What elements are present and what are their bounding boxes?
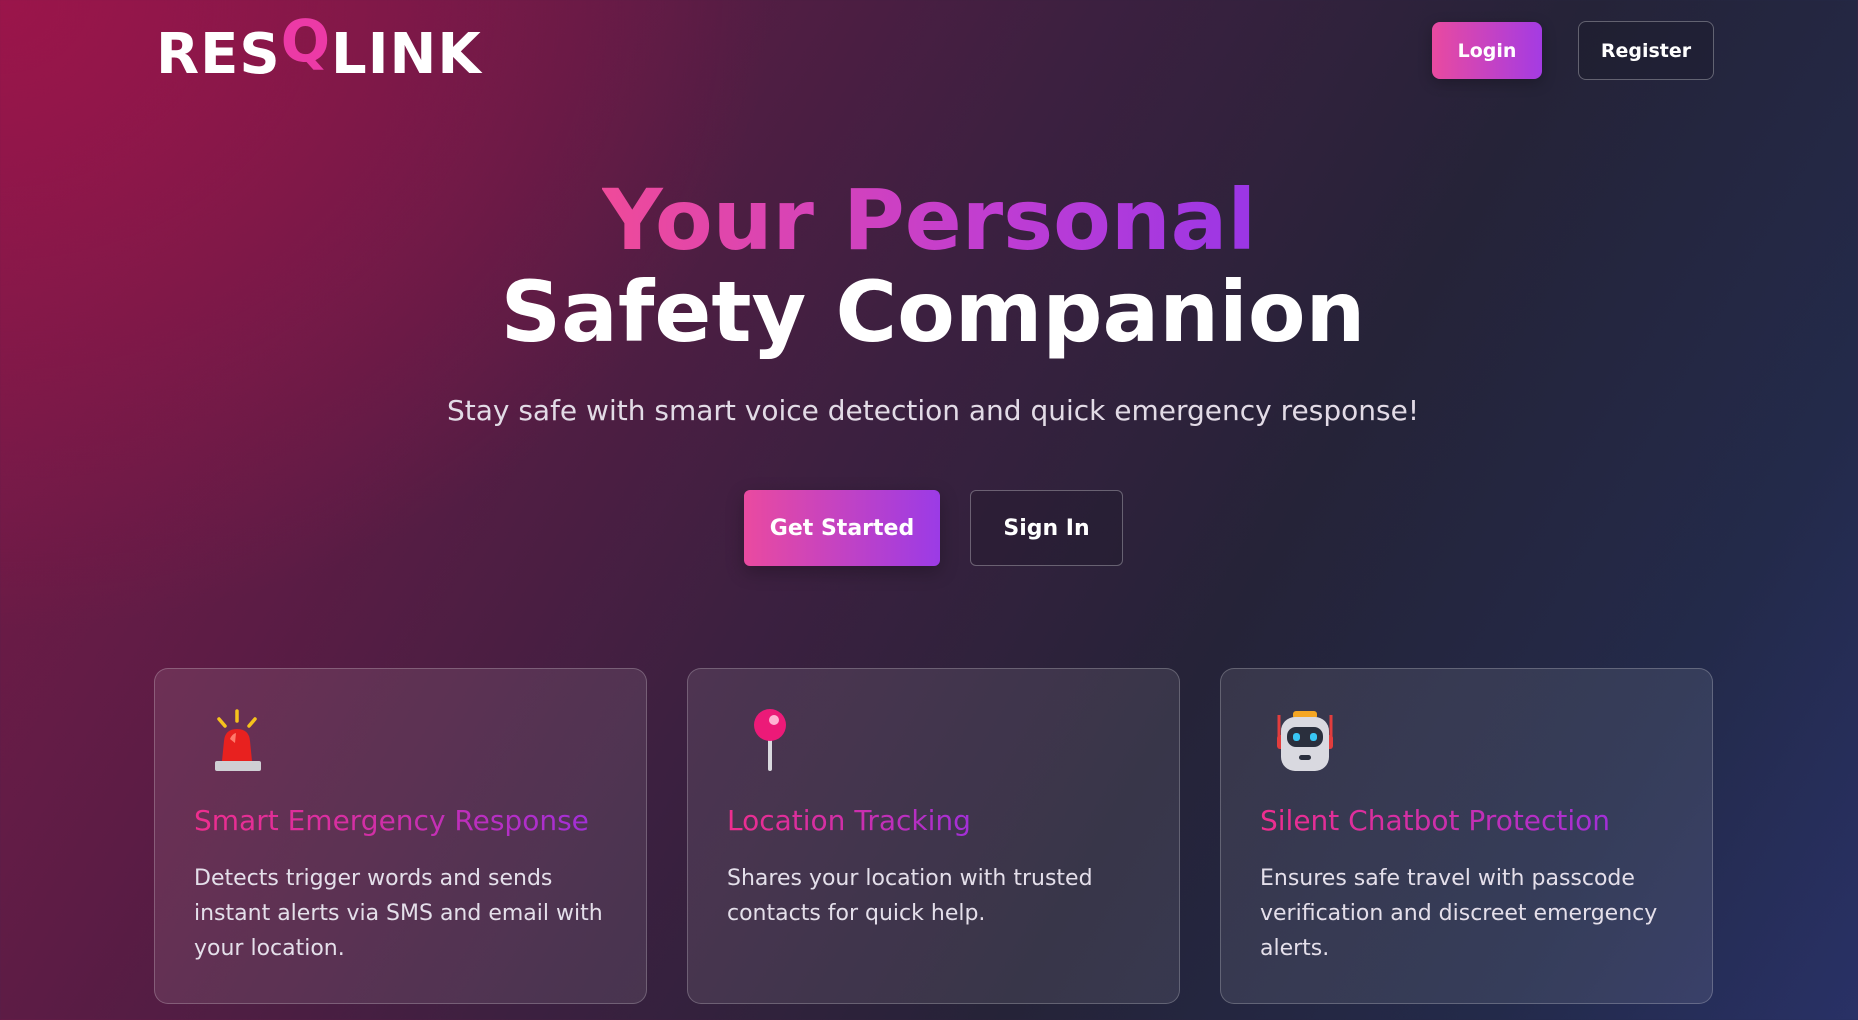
feature-card-location-tracking: Location Tracking Shares your location w… — [687, 668, 1180, 1004]
hero-subtitle: Stay safe with smart voice detection and… — [446, 394, 1420, 427]
top-nav: RESQLINK Login Register — [0, 0, 1858, 104]
resqlink-logo[interactable]: RESQLINK — [156, 7, 482, 90]
feature-description: Shares your location with trusted contac… — [727, 866, 1093, 926]
hero-title-line2: Safety Companion — [500, 263, 1366, 361]
feature-title: Smart Emergency Response — [194, 801, 589, 841]
sign-in-button[interactable]: Sign In — [970, 490, 1123, 566]
feature-description: Ensures safe travel with passcode verifi… — [1260, 866, 1658, 961]
siren-icon — [209, 709, 269, 773]
get-started-button[interactable]: Get Started — [744, 490, 940, 566]
login-button[interactable]: Login — [1432, 22, 1542, 79]
hero-title-gradient-text: Your Personal — [601, 171, 1257, 269]
hero-title-line1: Your Personal — [0, 170, 1858, 270]
logo-text-q: Q — [280, 7, 332, 75]
feature-title: Location Tracking — [727, 801, 971, 841]
feature-card-emergency-response: Smart Emergency Response Detects trigger… — [154, 668, 647, 1004]
robot-icon — [1275, 709, 1335, 773]
logo-text-link: LINK — [331, 22, 482, 87]
feature-card-chatbot-protection: Silent Chatbot Protection Ensures safe t… — [1220, 668, 1713, 1004]
pushpin-icon — [742, 709, 802, 773]
feature-title: Silent Chatbot Protection — [1260, 801, 1610, 841]
register-button[interactable]: Register — [1578, 21, 1714, 80]
logo-text-res: RES — [156, 22, 281, 87]
feature-description: Detects trigger words and sends instant … — [194, 866, 603, 961]
